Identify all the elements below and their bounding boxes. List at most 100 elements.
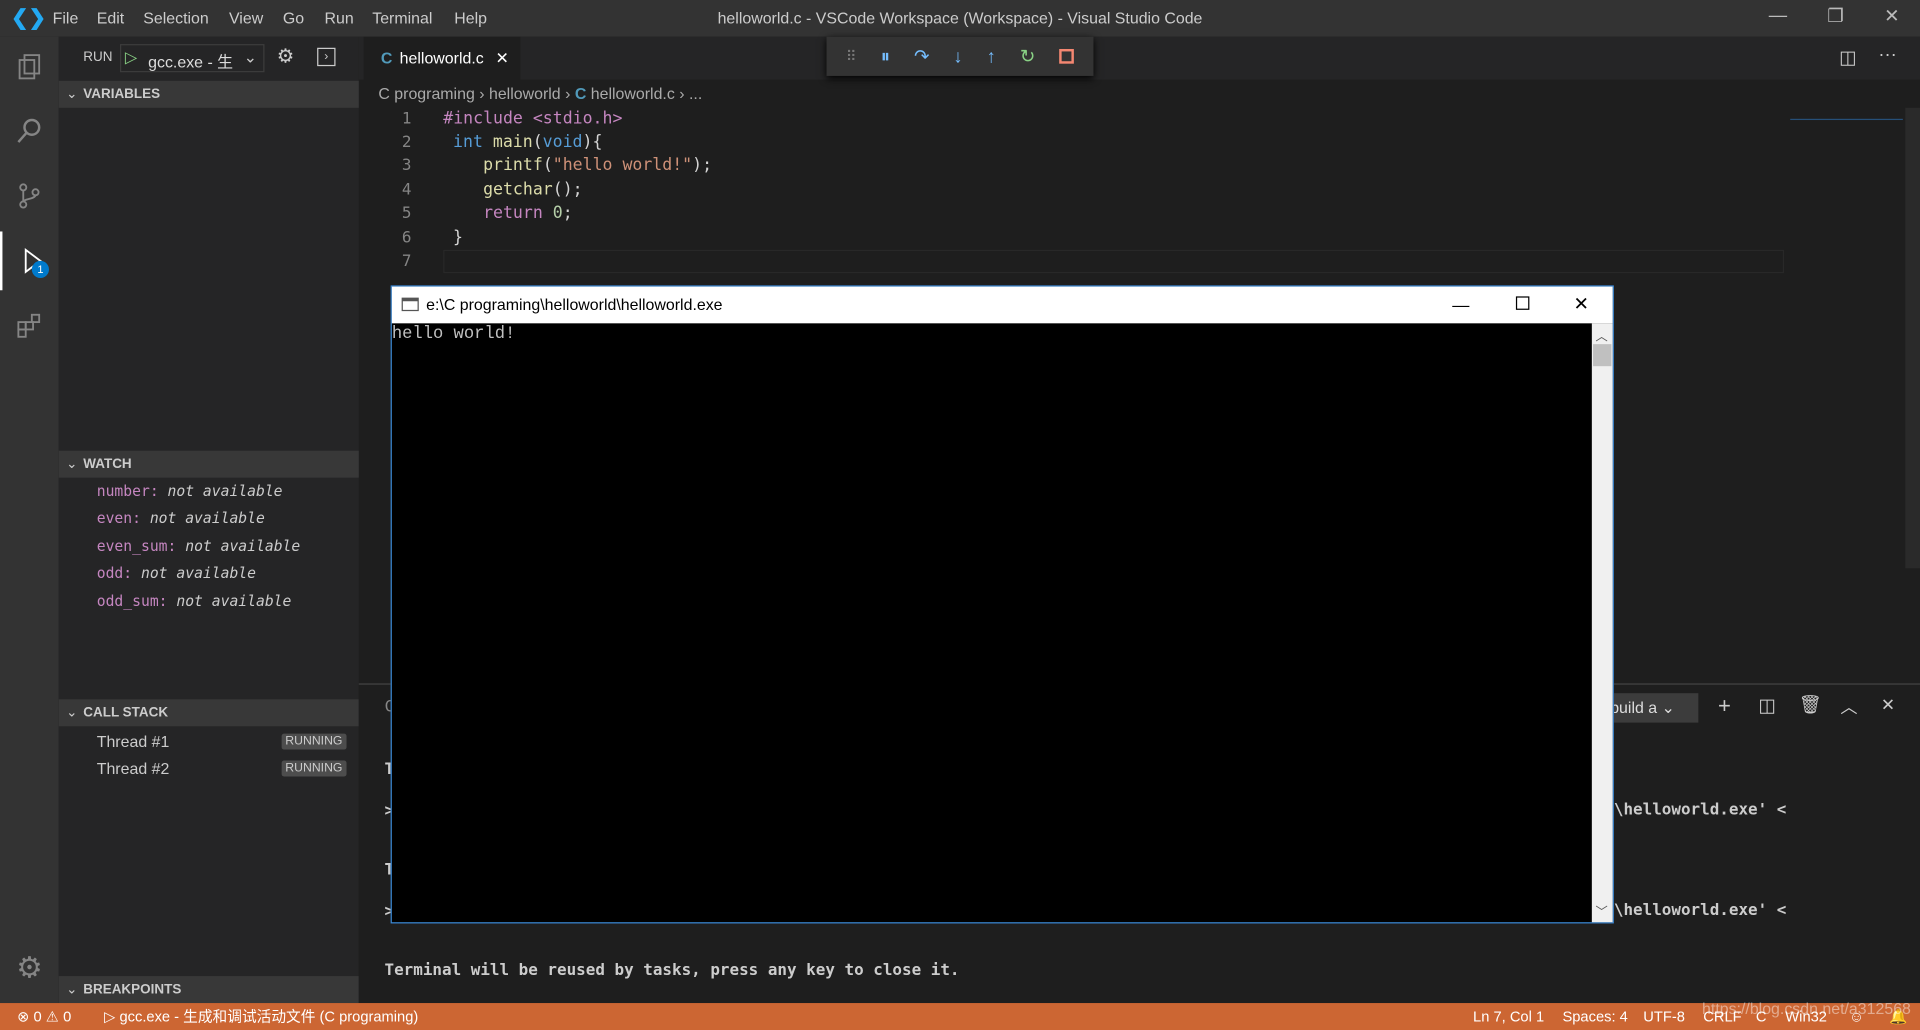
terminal-message: Terminal will be reused by tasks, press …: [384, 961, 960, 980]
terminal-line: \helloworld.exe' <: [1613, 800, 1787, 820]
watch-title: WATCH: [83, 456, 132, 472]
console-scrollbar[interactable]: ︿ ﹀: [1591, 323, 1613, 923]
watch-item[interactable]: odd_sum: not available: [97, 593, 292, 610]
breakpoints-header[interactable]: ⌄ BREAKPOINTS: [58, 976, 359, 1004]
code-line: getchar();: [483, 180, 583, 200]
menu-file[interactable]: File: [53, 9, 79, 27]
indentation[interactable]: Spaces: 4: [1562, 1003, 1627, 1030]
trash-icon[interactable]: 🗑: [1799, 693, 1822, 715]
terminal-select-value: build a: [1610, 698, 1658, 717]
explorer-icon[interactable]: [0, 37, 59, 96]
watermark: https://blog.csdn.net/a312568: [1702, 999, 1911, 1018]
source-control-icon[interactable]: [0, 167, 59, 226]
thread-item[interactable]: Thread #1: [97, 732, 170, 750]
c-file-icon: C: [574, 84, 587, 103]
launch-config-value: gcc.exe - 生: [148, 52, 234, 72]
split-editor-icon[interactable]: ◫: [1839, 47, 1856, 69]
split-terminal-icon[interactable]: ◫: [1758, 694, 1775, 717]
chevron-down-icon: ⌄: [243, 47, 258, 67]
console-minimize-button[interactable]: —: [1452, 287, 1469, 324]
breadcrumb-item[interactable]: ...: [689, 85, 702, 103]
watch-value: not available: [149, 509, 265, 527]
scroll-down-icon[interactable]: ﹀: [1596, 901, 1608, 919]
search-icon[interactable]: [0, 102, 59, 161]
run-debug-icon[interactable]: 1: [0, 231, 59, 291]
stop-icon[interactable]: [1059, 48, 1075, 64]
editor-tabs: Chelloworld.c ✕ ◫ ···: [358, 36, 1920, 80]
new-terminal-icon[interactable]: +: [1718, 693, 1731, 719]
code-line: }: [453, 227, 464, 248]
restore-button[interactable]: ❐: [1817, 5, 1854, 27]
step-out-icon[interactable]: ↑: [987, 46, 996, 67]
console-maximize-button[interactable]: [1515, 296, 1530, 310]
variables-title: VARIABLES: [83, 86, 161, 102]
call-stack-header[interactable]: ⌄ CALL STACK: [58, 699, 359, 727]
editor-scrollbar[interactable]: [1905, 107, 1920, 569]
debug-console-icon[interactable]: ›: [317, 47, 336, 67]
watch-item[interactable]: odd: not available: [97, 565, 256, 582]
launch-status[interactable]: ▷ gcc.exe - 生成和调试活动文件 (C programing): [104, 1003, 418, 1030]
activity-bar: 1 ⚙: [0, 36, 59, 1004]
scroll-up-icon[interactable]: ︿: [1596, 326, 1608, 344]
drag-handle-icon[interactable]: ⠿: [846, 48, 857, 65]
title-bar: ❮❯ helloworld.c - VSCode Workspace (Work…: [0, 0, 1920, 37]
menu-run[interactable]: Run: [324, 9, 353, 27]
more-actions-icon[interactable]: ···: [1878, 44, 1896, 65]
breakpoints-title: BREAKPOINTS: [83, 982, 182, 997]
console-title-bar[interactable]: e:\C programing\helloworld\helloworld.ex…: [391, 286, 1613, 324]
cursor-position[interactable]: Ln 7, Col 1: [1473, 1003, 1544, 1030]
launch-config-select[interactable]: ▷ gcc.exe - 生 ⌄: [120, 44, 265, 73]
menu-selection[interactable]: Selection: [143, 9, 208, 27]
thread-item[interactable]: Thread #2: [97, 759, 170, 777]
console-window[interactable]: e:\C programing\helloworld\helloworld.ex…: [390, 285, 1614, 924]
watch-name: even_sum:: [96, 537, 177, 555]
menu-terminal[interactable]: Terminal: [372, 9, 432, 27]
step-into-icon[interactable]: ↓: [953, 46, 962, 67]
breadcrumb-item[interactable]: helloworld: [489, 85, 561, 103]
terminal-line: \helloworld.exe' <: [1613, 901, 1787, 920]
console-close-button[interactable]: ✕: [1573, 287, 1588, 324]
run-sidebar: RUN ▷ gcc.exe - 生 ⌄ ⚙ › ⌄ VARIABLES ⌄ WATC…: [58, 36, 359, 1004]
watch-item[interactable]: even_sum: not available: [97, 538, 300, 555]
pause-icon[interactable]: ⏸: [881, 46, 890, 67]
variables-header[interactable]: ⌄ VARIABLES: [58, 80, 359, 108]
extensions-icon[interactable]: [0, 296, 59, 355]
step-over-icon[interactable]: ↷: [914, 45, 929, 68]
watch-item[interactable]: even: not available: [97, 509, 265, 526]
code-line: #include <stdio.h>: [443, 109, 623, 129]
restart-icon[interactable]: ↻: [1020, 45, 1035, 68]
menu-help[interactable]: Help: [454, 9, 487, 27]
watch-name: even:: [96, 509, 141, 527]
thread-state-badge: RUNNING: [281, 760, 347, 777]
debug-badge: 1: [31, 260, 49, 279]
close-panel-icon[interactable]: ✕: [1881, 694, 1895, 715]
watch-value: not available: [185, 537, 301, 555]
tab-helloworld-c[interactable]: Chelloworld.c ✕: [363, 36, 521, 80]
problems-indicator[interactable]: ⊗ 0 ⚠ 0: [17, 1003, 71, 1030]
encoding[interactable]: UTF-8: [1643, 1003, 1685, 1030]
line-number: 2: [401, 133, 412, 152]
menu-edit[interactable]: Edit: [97, 9, 124, 27]
minimap[interactable]: [1790, 108, 1903, 121]
maximize-panel-icon[interactable]: ︿: [1840, 694, 1857, 718]
line-number: 1: [401, 110, 412, 129]
minimize-button[interactable]: —: [1760, 5, 1797, 26]
line-number: 4: [401, 181, 412, 200]
close-button[interactable]: ✕: [1873, 5, 1910, 27]
watch-value: not available: [140, 564, 256, 582]
call-stack-title: CALL STACK: [83, 705, 169, 721]
scroll-thumb[interactable]: [1593, 344, 1612, 367]
menu-view[interactable]: View: [229, 9, 263, 27]
code-line: int main(void){: [453, 132, 603, 152]
breadcrumb-item[interactable]: helloworld.c: [591, 85, 675, 103]
menu-go[interactable]: Go: [283, 9, 304, 27]
thread-state-badge: RUNNING: [281, 733, 347, 750]
gear-icon[interactable]: ⚙: [277, 44, 295, 68]
breadcrumb-item[interactable]: C programing: [378, 85, 474, 103]
settings-gear-icon[interactable]: ⚙: [0, 938, 59, 997]
start-debug-icon[interactable]: ▷: [125, 48, 137, 68]
current-line-highlight: [443, 249, 1785, 274]
close-tab-icon[interactable]: ✕: [496, 49, 509, 67]
watch-header[interactable]: ⌄ WATCH: [58, 450, 359, 478]
watch-item[interactable]: number: not available: [97, 483, 283, 500]
